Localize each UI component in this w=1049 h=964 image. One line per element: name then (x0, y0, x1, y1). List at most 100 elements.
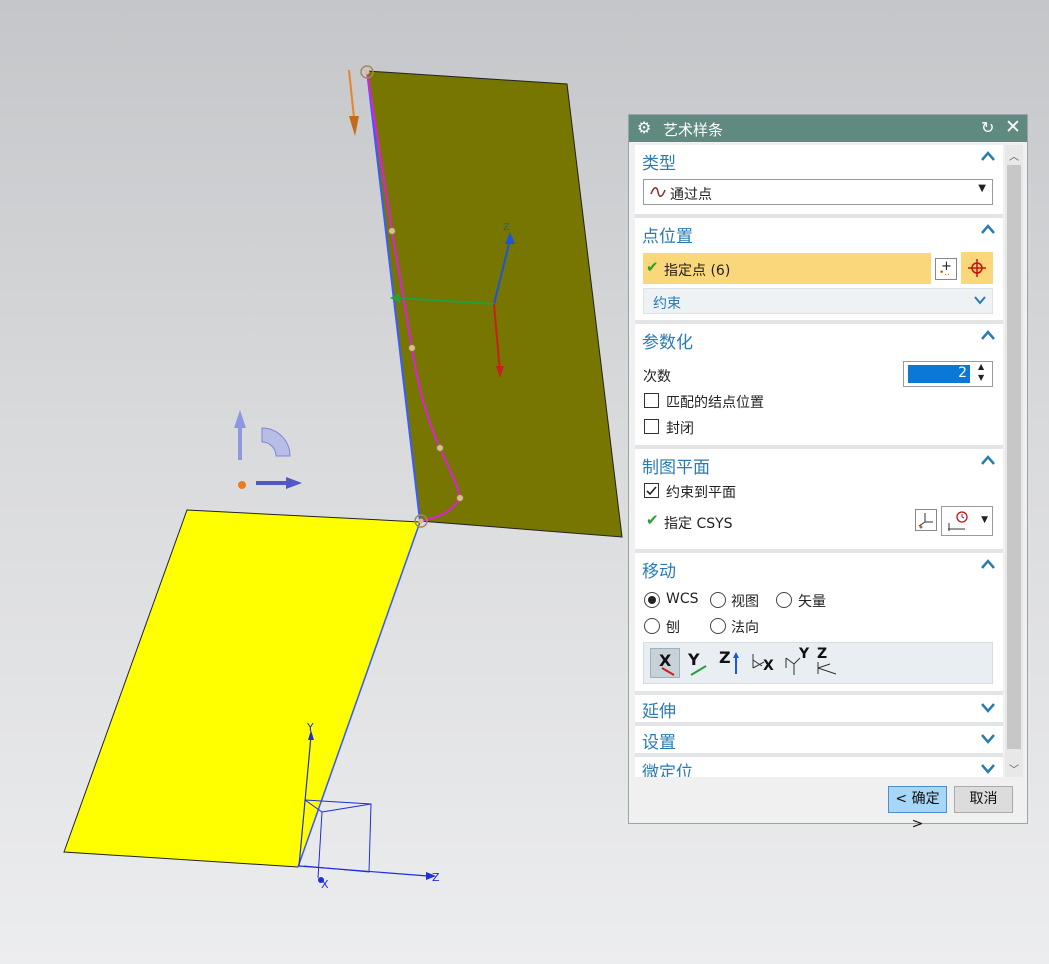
axis-y-button[interactable]: Y (684, 648, 714, 678)
radio-view[interactable] (710, 592, 726, 608)
section-fine-position-title: 微定位 (642, 763, 693, 777)
chevron-down-icon[interactable] (979, 698, 997, 716)
csys-y-label: Y (306, 721, 314, 734)
dropdown-arrow-icon: ▼ (981, 515, 988, 525)
radio-vector-label: 矢量 (798, 594, 826, 610)
section-settings[interactable]: 设置 (635, 726, 1003, 753)
cancel-button-label: 取消 (969, 791, 998, 807)
degree-spinner[interactable]: 2 ▲ ▼ (903, 361, 993, 387)
section-parameterization-header[interactable]: 参数化 (635, 324, 1003, 354)
section-extend-header[interactable]: 延伸 (635, 695, 1003, 725)
reset-icon[interactable]: ↻ (981, 118, 994, 137)
closed-checkbox[interactable] (644, 419, 659, 434)
point-dialog-button[interactable]: + •.. (935, 258, 957, 280)
section-fine-position[interactable]: 微定位 (635, 757, 1003, 777)
section-fine-position-header[interactable]: 微定位 (635, 757, 1003, 777)
chevron-up-icon[interactable] (979, 452, 997, 470)
csys-z-label: Z (432, 871, 440, 884)
section-type-header[interactable]: 类型 (635, 145, 1003, 175)
yellow-plane[interactable] (63, 509, 421, 868)
direction-arrow-icon[interactable] (348, 69, 359, 136)
scroll-down-icon[interactable]: ﹀ (1007, 761, 1021, 776)
spinner-up-icon[interactable]: ▲ (978, 362, 984, 371)
radio-wcs[interactable] (644, 592, 660, 608)
wcs-z-label: Z (503, 222, 510, 233)
csys-icon (918, 513, 933, 529)
dialog-scrollbar[interactable]: ︿ ﹀ (1005, 145, 1023, 777)
section-drawing-plane-title: 制图平面 (642, 458, 710, 478)
radio-vector[interactable] (776, 592, 792, 608)
point-snap-button[interactable] (961, 252, 993, 284)
crosshair-icon (968, 259, 986, 277)
radio-wcs-label: WCS (666, 591, 699, 607)
section-settings-title: 设置 (642, 733, 676, 753)
section-extend[interactable]: 延伸 (635, 695, 1003, 722)
radio-view-label: 视图 (731, 594, 759, 610)
section-point-position: 点位置 ✔ 指定点 (6) + •.. 约束 (635, 218, 1003, 320)
constraint-label: 约束 (653, 296, 681, 312)
rotate-y-button[interactable]: Y (782, 646, 812, 678)
axis-x-button[interactable]: X (650, 648, 680, 678)
constrain-to-plane-checkbox[interactable] (644, 483, 659, 498)
chevron-down-icon[interactable] (979, 729, 997, 747)
close-icon[interactable]: ✕ (1005, 116, 1021, 138)
chevron-up-icon[interactable] (979, 221, 997, 239)
point-dots-icon: •.. (939, 268, 951, 278)
chevron-up-icon[interactable] (979, 556, 997, 574)
chevron-down-icon (974, 296, 986, 305)
move-handles-widget[interactable] (234, 410, 302, 489)
section-type-title: 类型 (642, 154, 676, 174)
rotate-z-icon (817, 662, 837, 675)
section-point-position-header[interactable]: 点位置 (635, 218, 1003, 248)
section-type: 类型 通过点 ▼ (635, 145, 1003, 214)
section-parameterization-title: 参数化 (642, 333, 693, 353)
axis-z-button[interactable]: Z (716, 648, 746, 678)
csys-dialog-button[interactable] (915, 509, 937, 531)
chevron-down-icon[interactable] (979, 759, 997, 777)
ok-button[interactable]: < 确定 > (888, 786, 947, 832)
match-knots-label: 匹配的结点位置 (666, 395, 764, 411)
dynamic-csys-icon (948, 511, 968, 531)
specify-csys-label: 指定 CSYS (664, 516, 733, 532)
chevron-up-icon[interactable] (979, 148, 997, 166)
dialog-title: 艺术样条 (663, 121, 724, 139)
section-point-position-title: 点位置 (642, 227, 693, 247)
specify-point-row[interactable]: ✔ 指定点 (6) (643, 253, 931, 284)
specify-point-label: 指定点 (6) (664, 263, 731, 279)
rotate-x-button[interactable]: X (748, 648, 778, 678)
scroll-up-icon[interactable]: ︿ (1007, 148, 1021, 163)
cancel-button[interactable]: 取消 (954, 786, 1013, 813)
section-extend-title: 延伸 (642, 702, 676, 722)
radio-normal[interactable] (710, 618, 726, 634)
type-dropdown-value: 通过点 (670, 187, 712, 203)
chevron-up-icon[interactable] (979, 327, 997, 345)
spline-type-icon (650, 187, 666, 197)
closed-label: 封闭 (666, 421, 694, 437)
radio-normal-label: 法向 (731, 620, 759, 636)
dialog-titlebar[interactable]: ⚙ 艺术样条 ↻ ✕ (629, 115, 1027, 142)
spinner-down-icon[interactable]: ▼ (978, 373, 984, 382)
blue-arrow-icon (733, 652, 739, 674)
rotate-x-label: X (763, 658, 774, 674)
section-drawing-plane-header[interactable]: 制图平面 (635, 449, 1003, 479)
check-icon: ✔ (646, 258, 659, 276)
axis-toolbar: X Y Z X Y Z (643, 642, 993, 684)
csys-type-dropdown[interactable]: ▼ (941, 506, 993, 536)
degree-value-field[interactable]: 2 (908, 365, 970, 383)
rotate-z-button[interactable]: Z (814, 646, 844, 678)
degree-value: 2 (958, 365, 967, 381)
match-knots-checkbox[interactable] (644, 393, 659, 408)
csys-x-label: X (321, 878, 329, 891)
type-dropdown[interactable]: 通过点 ▼ (643, 179, 993, 205)
constraint-subgroup[interactable]: 约束 (643, 288, 993, 314)
section-move: 移动 WCS 视图 矢量 刨 法向 X Y Z X Y Z (635, 553, 1003, 691)
dropdown-arrow-icon: ▼ (978, 183, 986, 194)
studio-spline-dialog: ⚙ 艺术样条 ↻ ✕ 类型 通过点 ▼ 点位置 ✔ 指定点 (6) + •.. … (628, 114, 1028, 832)
gear-icon[interactable]: ⚙ (637, 118, 651, 137)
scrollbar-thumb[interactable] (1007, 165, 1021, 749)
radio-plane-label: 刨 (666, 620, 680, 636)
section-settings-header[interactable]: 设置 (635, 726, 1003, 756)
radio-plane[interactable] (644, 618, 660, 634)
red-arrow-icon (661, 667, 675, 676)
section-move-header[interactable]: 移动 (635, 553, 1003, 583)
